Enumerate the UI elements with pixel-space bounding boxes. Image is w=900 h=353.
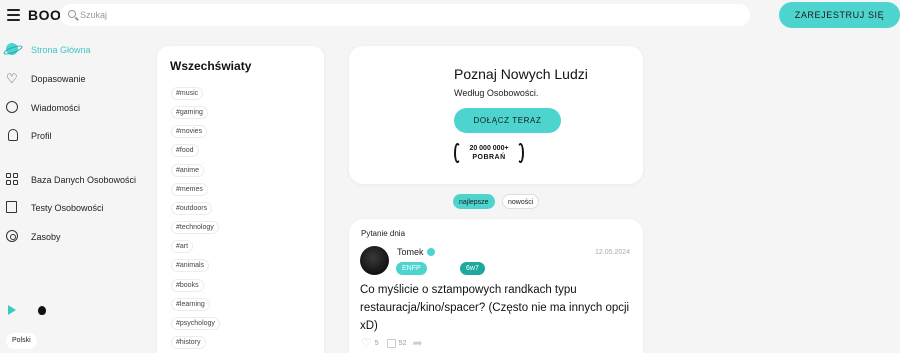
sidebar-item-label: Zasoby: [31, 232, 61, 242]
sidebar-item-resources[interactable]: Zasoby: [6, 228, 61, 246]
sidebar-item-matching[interactable]: ♡ Dopasowanie: [6, 70, 86, 88]
sidebar-item-label: Wiadomości: [31, 103, 81, 113]
sidebar-item-label: Strona Główna: [31, 45, 91, 55]
comment-count: 52: [398, 339, 407, 347]
universe-tag[interactable]: #books: [171, 279, 204, 292]
sidebar-item-home[interactable]: Strona Główna: [6, 41, 91, 59]
post-stats: ♡ 5 52 ➦: [361, 337, 423, 349]
enneagram-badge: 6w7: [460, 262, 485, 275]
tab-best[interactable]: najlepsze: [453, 194, 495, 209]
universe-tag[interactable]: #music: [171, 87, 204, 100]
universe-tag[interactable]: #animals: [171, 259, 210, 272]
bell-icon: [6, 129, 20, 143]
question-label: Pytanie dnia: [361, 229, 406, 238]
universe-tag[interactable]: #psychology: [171, 317, 220, 330]
downloads-label: POBRAŃ: [472, 154, 506, 161]
apple-icon[interactable]: [38, 306, 46, 315]
sidebar-item-personality-database[interactable]: Baza Danych Osobowości: [6, 171, 136, 189]
post-date: 12.05.2024: [595, 249, 631, 256]
app-logo[interactable]: BOO: [28, 7, 61, 23]
google-play-icon[interactable]: [8, 305, 16, 315]
question-of-the-day-card[interactable]: Pytanie dnia Tomek 12.05.2024 ENFP 6w7 C…: [349, 219, 643, 353]
question-text[interactable]: Co myślicie o sztampowych randkach typu …: [360, 281, 640, 335]
universe-tag[interactable]: #gaming: [171, 106, 208, 119]
universe-tag[interactable]: #learning: [171, 298, 210, 311]
author-name[interactable]: Tomek: [397, 247, 424, 257]
sidebar-item-profile[interactable]: Profil: [6, 127, 52, 145]
universe-tag[interactable]: #technology: [171, 221, 219, 234]
search-icon: [68, 10, 76, 18]
universes-title: Wszechświaty: [170, 59, 252, 73]
avatar[interactable]: [360, 246, 389, 275]
tab-newest[interactable]: nowości: [502, 194, 540, 209]
downloads-badge: 20 000 000+ POBRAŃ: [454, 143, 524, 165]
sidebar-item-personality-tests[interactable]: Testy Osobowości: [6, 199, 104, 217]
test-icon: [6, 201, 20, 215]
language-button[interactable]: Polski: [6, 333, 37, 349]
personality-badge: ENFP: [396, 262, 427, 275]
universe-tag[interactable]: #art: [171, 240, 194, 253]
universe-tag[interactable]: #memes: [171, 183, 208, 196]
promo-card: Poznaj Nowych Ludzi Według Osobowości. D…: [349, 46, 643, 184]
universe-tag[interactable]: #movies: [171, 125, 208, 138]
join-now-button[interactable]: DOŁĄCZ TERAZ: [454, 108, 561, 133]
universes-panel: Wszechświaty #music #gaming #movies #foo…: [157, 46, 324, 353]
sidebar-item-label: Profil: [31, 131, 52, 141]
universe-tag[interactable]: #food: [171, 144, 199, 157]
home-planet-icon: [6, 43, 20, 57]
search-input[interactable]: [80, 7, 720, 23]
chat-icon: [6, 101, 20, 115]
register-button[interactable]: ZAREJESTRUJ SIĘ: [779, 2, 900, 28]
verified-icon: [427, 248, 435, 256]
share-icon[interactable]: ➦: [412, 337, 422, 349]
heart-icon: ♡: [6, 71, 18, 86]
promo-subtitle: Według Osobowości.: [454, 88, 539, 98]
comment-icon[interactable]: [386, 338, 396, 348]
downloads-count: 20 000 000+: [469, 145, 509, 152]
universe-tag[interactable]: #outdoors: [171, 202, 213, 215]
laurel-left-icon: [454, 143, 461, 163]
like-count: 5: [374, 339, 379, 347]
top-bar: BOO ZAREJESTRUJ SIĘ: [0, 0, 900, 32]
sidebar-item-messages[interactable]: Wiadomości: [6, 99, 80, 117]
grid-icon: [6, 173, 20, 187]
menu-icon[interactable]: [7, 9, 20, 21]
universe-tag[interactable]: #anime: [171, 164, 204, 177]
resources-icon: [6, 230, 20, 244]
universe-tag[interactable]: #history: [171, 336, 206, 349]
like-icon[interactable]: ♡: [361, 337, 372, 349]
sidebar-item-label: Baza Danych Osobowości: [31, 175, 137, 185]
promo-title: Poznaj Nowych Ludzi: [454, 66, 588, 82]
sidebar-item-label: Dopasowanie: [31, 74, 86, 84]
search-bar[interactable]: [60, 4, 750, 26]
laurel-right-icon: [517, 143, 524, 163]
sidebar-item-label: Testy Osobowości: [31, 203, 104, 213]
